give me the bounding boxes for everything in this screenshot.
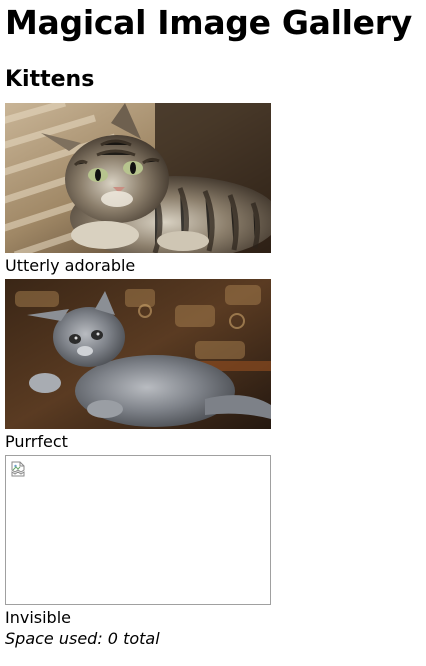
image-caption: Invisible [5,608,71,627]
section-heading: Kittens [5,67,95,92]
image-caption: Utterly adorable [5,256,136,275]
image-caption: Purrfect [5,432,68,451]
tabby-kitten-image [5,103,271,253]
gallery-item: Purrfect [5,279,271,455]
broken-image-icon [11,461,25,477]
kitten-photo-tabby[interactable] [5,103,271,253]
gallery-item: Utterly adorable [5,103,271,279]
page-title: Magical Image Gallery [5,3,412,42]
page: Magical Image Gallery Kittens Utterly ad… [0,0,426,649]
broken-image-placeholder[interactable] [5,455,271,605]
image-gallery: Utterly adorable Purrfect Invisible [5,103,421,631]
grey-kitten-image [5,279,271,429]
gallery-item: Invisible [5,455,271,631]
space-used-status: Space used: 0 total [5,629,160,648]
kitten-photo-grey[interactable] [5,279,271,429]
